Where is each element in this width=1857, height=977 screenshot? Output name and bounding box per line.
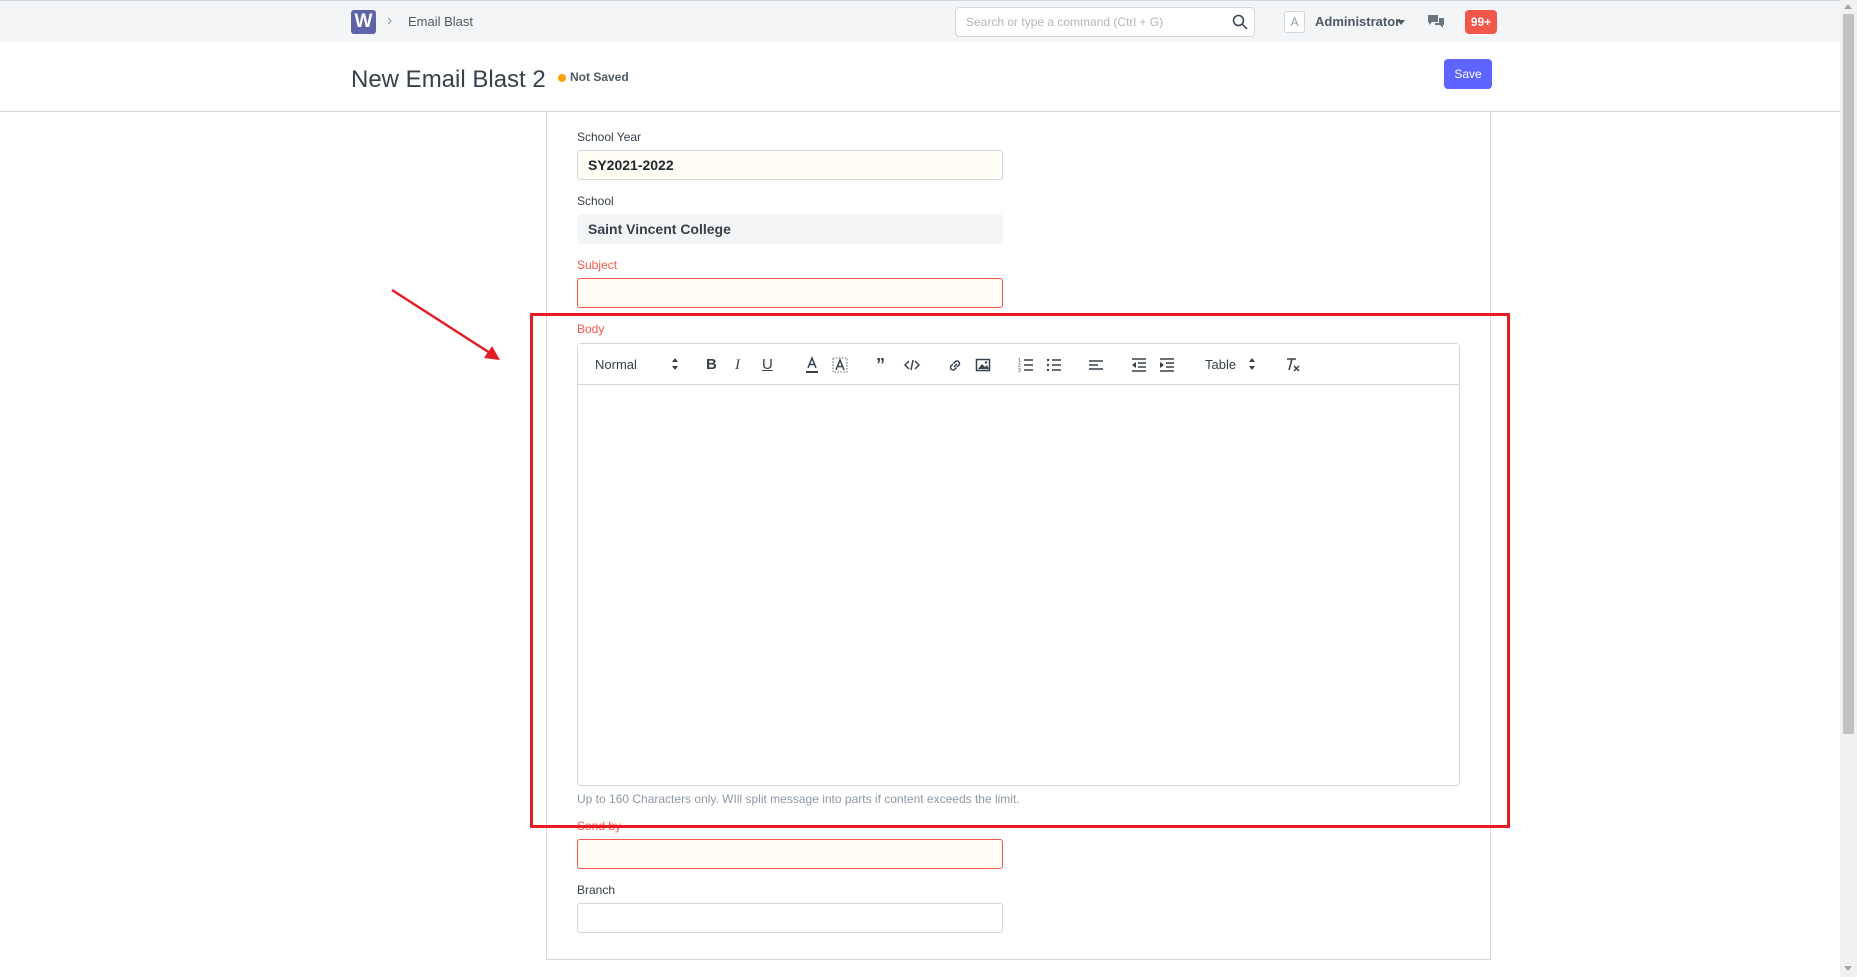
school-year-label: School Year [577,130,642,144]
page-title: New Email Blast 2 [351,66,546,93]
app-logo[interactable]: W [351,10,376,34]
search-icon[interactable] [1232,14,1248,30]
breadcrumb-email-blast[interactable]: Email Blast [408,14,473,29]
status-indicator [558,74,566,82]
chat-icon[interactable] [1427,14,1445,30]
scroll-thumb[interactable] [1843,14,1854,734]
subject-field[interactable] [577,278,1003,308]
chevron-right-icon: › [387,12,393,29]
page-scrollbar[interactable] [1840,0,1857,977]
search-bar[interactable] [955,7,1255,37]
avatar[interactable]: A [1284,11,1305,33]
school-year-field[interactable]: SY2021-2022 [577,150,1003,180]
notification-badge[interactable]: 99+ [1465,10,1497,34]
branch-field[interactable] [577,903,1003,933]
save-button[interactable]: Save [1444,59,1492,89]
user-menu[interactable]: Administrator [1315,14,1400,29]
caret-down-icon[interactable] [1397,20,1405,25]
school-label: School [577,194,614,208]
send-by-field[interactable] [577,839,1003,869]
annotation-arrow-icon [391,288,500,360]
scroll-down-icon[interactable] [1844,966,1852,971]
branch-label: Branch [577,883,616,897]
navbar: W › Email Blast A Administrator 99+ [0,0,1840,42]
page-head: New Email Blast 2 Not Saved Save [0,42,1840,112]
school-field: Saint Vincent College [577,214,1003,244]
scroll-up-icon[interactable] [1844,4,1852,9]
status-badge: Not Saved [570,70,629,84]
annotation-highlight-box [530,313,1510,828]
search-input[interactable] [956,8,1216,36]
subject-label: Subject [577,258,618,272]
